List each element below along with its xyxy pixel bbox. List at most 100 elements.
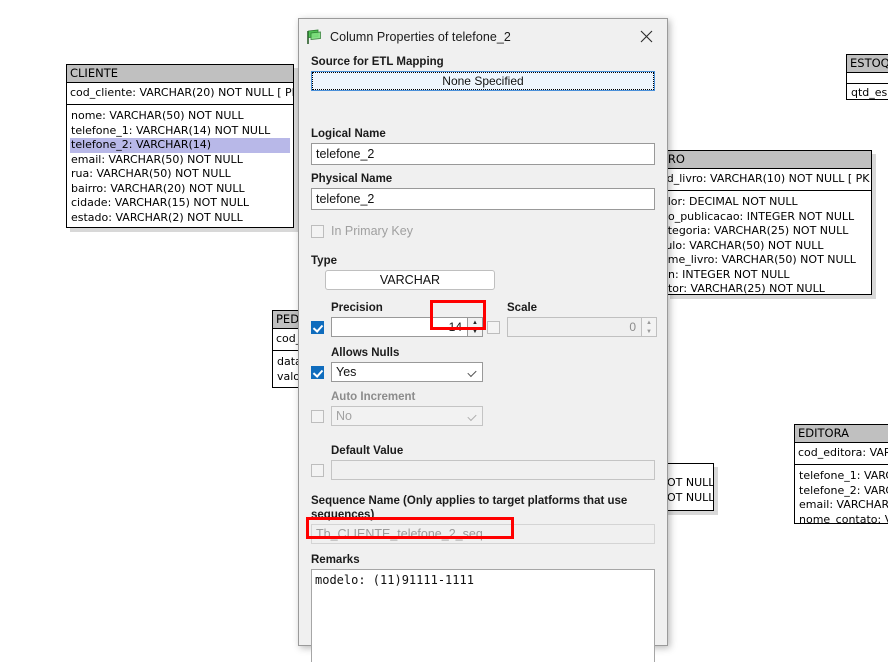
precision-spinner-arrows[interactable]: ▲ ▼ bbox=[467, 317, 483, 337]
spinner-down-icon: ▼ bbox=[646, 328, 652, 335]
close-button[interactable] bbox=[625, 19, 667, 53]
remarks-textarea[interactable]: modelo: (11)91111-1111 bbox=[311, 569, 655, 662]
chevron-down-icon bbox=[467, 367, 477, 378]
er-column: nome_contato: VA bbox=[799, 512, 888, 524]
scale-checkbox[interactable] bbox=[487, 320, 500, 334]
er-table-title: CLIENTE bbox=[67, 65, 293, 83]
in-primary-key-label: In Primary Key bbox=[331, 224, 413, 238]
er-column: ategoria: VARCHAR(25) NOT NULL bbox=[661, 224, 849, 237]
er-column: bn: INTEGER NOT NULL bbox=[661, 267, 790, 281]
er-table-livro[interactable]: VRO od_livro: VARCHAR(10) NOT NULL [ PK … bbox=[656, 150, 872, 295]
spinner-down-icon[interactable]: ▼ bbox=[468, 327, 482, 336]
precision-label: Precision bbox=[331, 302, 383, 314]
er-column: telefone_1: VARCH bbox=[799, 469, 888, 482]
sequence-name-label: Sequence Name (Only applies to target pl… bbox=[311, 495, 628, 521]
er-column: utor: VARCHAR(25) NOT NULL bbox=[661, 282, 825, 295]
scale-field-row: 0 ▲ ▼ bbox=[487, 317, 657, 337]
er-table-columns: qtd_es bbox=[847, 84, 888, 99]
er-table-shadow bbox=[872, 154, 876, 299]
er-table-columns: alor: DECIMAL NOT NULL no_publicacao: IN… bbox=[657, 191, 871, 295]
er-column: OT NULL bbox=[667, 490, 714, 504]
dialog-titlebar[interactable]: Column Properties of telefone_2 bbox=[299, 19, 667, 55]
etl-mapping-label: Source for ETL Mapping bbox=[311, 56, 444, 68]
er-table-title: ESTOQ bbox=[847, 55, 888, 73]
er-column: cidade: VARCHAR(15) NOT NULL bbox=[71, 196, 250, 209]
scale-spinner-arrows: ▲ ▼ bbox=[641, 317, 657, 337]
logical-name-label: Logical Name bbox=[311, 128, 386, 140]
er-column: qtd_es bbox=[851, 86, 888, 99]
sequence-name-input: Tb_CLIENTE_telefone_2_seq bbox=[311, 524, 655, 544]
remarks-label: Remarks bbox=[311, 554, 360, 566]
allows-nulls-select[interactable]: Yes bbox=[331, 362, 483, 382]
er-table-columns: nome: VARCHAR(50) NOT NULL telefone_1: V… bbox=[67, 105, 293, 227]
default-value-checkbox[interactable] bbox=[311, 463, 324, 477]
er-table-pk-column: cod_editora: VARC bbox=[795, 443, 888, 465]
er-table-columns: OT NULL OT NULL bbox=[663, 464, 713, 509]
scale-label: Scale bbox=[507, 302, 538, 314]
er-table-editora[interactable]: EDITORA cod_editora: VARC telefone_1: VA… bbox=[794, 424, 888, 524]
er-column: email: VARCHAR(5 bbox=[799, 498, 888, 511]
er-table-shadow bbox=[666, 511, 714, 515]
default-value-label: Default Value bbox=[331, 445, 404, 457]
default-value-input bbox=[331, 460, 655, 480]
er-table-pk-column: cod_cliente: VARCHAR(20) NOT NULL [ PK ] bbox=[67, 83, 293, 105]
green-flag-icon bbox=[307, 29, 321, 44]
er-table-shadow bbox=[714, 467, 718, 515]
in-primary-key-row[interactable]: In Primary Key bbox=[311, 222, 655, 240]
er-table-shadow bbox=[670, 295, 876, 299]
er-column: alor: DECIMAL NOT NULL bbox=[661, 195, 798, 208]
physical-name-label: Physical Name bbox=[311, 173, 393, 185]
spinner-up-icon: ▲ bbox=[646, 319, 652, 326]
scale-input: 0 bbox=[507, 317, 641, 337]
er-column: email: VARCHAR(50) NOT NULL bbox=[71, 152, 243, 166]
er-table-pk-column bbox=[847, 73, 888, 84]
er-table-shadow bbox=[70, 228, 298, 232]
er-column: OT NULL bbox=[667, 476, 714, 489]
auto-increment-value: No bbox=[336, 409, 352, 423]
er-table-title: EDITORA bbox=[795, 425, 888, 443]
allows-nulls-row: Yes bbox=[311, 362, 655, 382]
precision-input[interactable]: 14 bbox=[331, 317, 467, 337]
er-column: telefone_2: VARCH bbox=[799, 483, 888, 497]
type-button[interactable]: VARCHAR bbox=[325, 270, 495, 290]
er-table-fragment[interactable]: OT NULL OT NULL bbox=[662, 463, 714, 511]
etl-mapping-button[interactable]: None Specified bbox=[311, 71, 655, 91]
er-column: rua: VARCHAR(50) NOT NULL bbox=[71, 167, 231, 180]
in-primary-key-checkbox[interactable] bbox=[311, 224, 324, 238]
er-table-title: VRO bbox=[657, 151, 871, 169]
er-column: estado: VARCHAR(2) NOT NULL bbox=[71, 210, 243, 224]
er-table-columns: telefone_1: VARCH telefone_2: VARCH emai… bbox=[795, 465, 888, 524]
dialog-title: Column Properties of telefone_2 bbox=[330, 30, 511, 44]
allows-nulls-label: Allows Nulls bbox=[331, 347, 400, 359]
application-canvas: CLIENTE cod_cliente: VARCHAR(20) NOT NUL… bbox=[0, 0, 888, 662]
precision-field-row: 14 ▲ ▼ bbox=[311, 317, 483, 337]
logical-name-input[interactable]: telefone_2 bbox=[311, 143, 655, 165]
column-properties-dialog[interactable]: Column Properties of telefone_2 Source f… bbox=[298, 18, 668, 662]
allows-nulls-value: Yes bbox=[336, 365, 357, 379]
er-column: nome: VARCHAR(50) NOT NULL bbox=[71, 109, 244, 122]
auto-increment-row: No bbox=[311, 406, 655, 426]
dialog-body: Source for ETL Mapping None Specified Lo… bbox=[299, 55, 667, 662]
close-icon bbox=[640, 30, 652, 42]
er-column: no_publicacao: INTEGER NOT NULL bbox=[661, 209, 855, 223]
er-column: bairro: VARCHAR(20) NOT NULL bbox=[71, 181, 245, 195]
auto-increment-select: No bbox=[331, 406, 483, 426]
allows-nulls-checkbox[interactable] bbox=[311, 365, 324, 379]
precision-scale-row: Precision 14 ▲ ▼ Scale 0 ▲ ▼ bbox=[311, 301, 657, 337]
type-label: Type bbox=[311, 255, 337, 267]
er-table-pk-column: od_livro: VARCHAR(10) NOT NULL [ PK ] bbox=[657, 169, 871, 191]
er-table-cliente[interactable]: CLIENTE cod_cliente: VARCHAR(20) NOT NUL… bbox=[66, 64, 294, 228]
er-column: telefone_1: VARCHAR(14) NOT NULL bbox=[71, 123, 271, 137]
er-table-estoque[interactable]: ESTOQ qtd_es bbox=[846, 54, 888, 100]
physical-name-input[interactable]: telefone_2 bbox=[311, 188, 655, 210]
er-column: ome_livro: VARCHAR(50) NOT NULL bbox=[661, 253, 856, 266]
auto-increment-checkbox[interactable] bbox=[311, 409, 324, 423]
spinner-up-icon[interactable]: ▲ bbox=[468, 318, 482, 327]
precision-spinner[interactable]: 14 ▲ ▼ bbox=[331, 317, 483, 337]
scale-spinner: 0 ▲ ▼ bbox=[507, 317, 657, 337]
auto-increment-label: Auto Increment bbox=[331, 391, 416, 403]
default-value-row bbox=[311, 460, 655, 480]
er-column: tulo: VARCHAR(50) NOT NULL bbox=[661, 238, 824, 252]
er-column-selected[interactable]: telefone_2: VARCHAR(14) bbox=[70, 138, 290, 153]
precision-checkbox[interactable] bbox=[311, 320, 324, 334]
